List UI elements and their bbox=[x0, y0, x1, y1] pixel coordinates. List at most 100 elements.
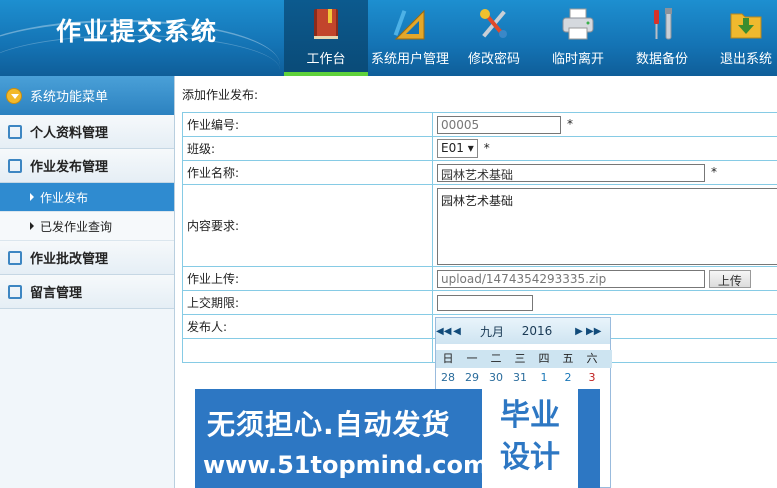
caret-right-icon bbox=[30, 222, 34, 230]
nav-system-users[interactable]: 系统用户管理 bbox=[368, 0, 452, 76]
sidebar-item-label: 作业发布管理 bbox=[30, 160, 109, 175]
month-label[interactable]: 九月 bbox=[472, 323, 512, 340]
nav-label: 数据备份 bbox=[635, 52, 688, 67]
upload-path-input[interactable]: upload/1474354293335.zip bbox=[437, 269, 705, 288]
weekday-label: 二 bbox=[490, 352, 502, 365]
nav-workbench[interactable]: 工作台 bbox=[284, 0, 368, 76]
calendar-day[interactable]: 28 bbox=[436, 368, 460, 388]
calendar-day[interactable]: 2 bbox=[556, 368, 580, 388]
folder-down-icon bbox=[730, 13, 762, 39]
form-row: 上交期限: bbox=[182, 290, 777, 315]
banner-badge: 毕业 设计 bbox=[482, 389, 578, 488]
sidebar-subitem-publish[interactable]: 作业发布 bbox=[0, 183, 174, 212]
code-input[interactable]: 00005 bbox=[437, 115, 561, 134]
date-picker-header: ◀◀ ◀ 九月 2016 ▶ ▶▶ bbox=[436, 318, 610, 344]
year-label[interactable]: 2016 bbox=[514, 324, 560, 338]
calendar-day[interactable]: 31 bbox=[508, 368, 532, 388]
weekday-label: 五 bbox=[562, 352, 574, 365]
sidebar-item-profile[interactable]: 个人资料管理 bbox=[0, 115, 174, 149]
deadline-input[interactable] bbox=[437, 294, 533, 311]
sidebar-item-label: 留言管理 bbox=[30, 286, 83, 301]
sidebar-title-label: 系统功能菜单 bbox=[30, 90, 109, 105]
sidebar-subitem-query[interactable]: 已发作业查询 bbox=[0, 212, 174, 241]
content-textarea[interactable]: 园林艺术基础 bbox=[437, 188, 777, 265]
form-row: 班级: E01 ▾ * bbox=[182, 136, 777, 161]
form-cell: upload/1474354293335.zip 上传 bbox=[432, 266, 777, 291]
calendar-day[interactable]: 3 bbox=[580, 368, 604, 388]
name-input[interactable]: 园林艺术基础 bbox=[437, 163, 705, 182]
top-nav: 工作台 系统用户管理 修改密码 临时离开 数据备份 退出系统 bbox=[284, 0, 777, 76]
banner-url: www.51topmind.com bbox=[203, 451, 488, 479]
weekday-label: 四 bbox=[538, 352, 550, 365]
form-row: 作业编号: 00005 * bbox=[182, 112, 777, 137]
required-mark: * bbox=[567, 117, 573, 131]
edit-icon bbox=[8, 284, 22, 299]
sidebar-subitem-label: 作业发布 bbox=[40, 190, 89, 205]
app-header: 作业提交系统 工作台 系统用户管理 修改密码 临时离开 数据备份 退出系统 bbox=[0, 0, 777, 76]
sidebar-title: 系统功能菜单 bbox=[0, 76, 174, 115]
badge-line: 毕业 bbox=[500, 398, 560, 433]
message-icon bbox=[8, 158, 22, 173]
sidebar-item-label: 作业批改管理 bbox=[30, 252, 109, 267]
next-month-icon[interactable]: ▶ bbox=[572, 326, 586, 337]
badge-line: 设计 bbox=[500, 440, 560, 475]
form-cell: 园林艺术基础 * bbox=[432, 160, 777, 185]
breadcrumb: 添加作业发布: bbox=[182, 88, 259, 102]
weekday-label: 一 bbox=[466, 352, 478, 365]
banner-text: 无须担心.自动发货 bbox=[207, 408, 451, 441]
required-mark: * bbox=[483, 141, 490, 155]
prev-month-icon[interactable]: ◀ bbox=[450, 326, 464, 337]
watermark-banner: 无须担心.自动发货 www.51topmind.com 毕业 设计 bbox=[195, 389, 600, 488]
list-icon bbox=[8, 124, 22, 139]
ruler-triangle-icon bbox=[393, 9, 425, 40]
sidebar-item-publish[interactable]: 作业发布管理 bbox=[0, 149, 174, 183]
screwdriver-wrench-icon bbox=[654, 8, 672, 40]
next-year-icon[interactable]: ▶▶ bbox=[586, 326, 601, 337]
upload-button[interactable]: 上传 bbox=[708, 269, 751, 288]
form-cell: E01 ▾ * bbox=[432, 136, 777, 161]
chevron-down-icon: ▾ bbox=[467, 141, 474, 155]
caret-right-icon bbox=[30, 193, 34, 201]
book-icon bbox=[314, 9, 338, 39]
code-label: 作业编号: bbox=[182, 112, 433, 137]
form-cell bbox=[432, 290, 777, 315]
form-row: 内容要求: 园林艺术基础 bbox=[182, 184, 777, 267]
class-select-value: E01 bbox=[441, 141, 464, 155]
nav-label: 工作台 bbox=[306, 52, 346, 67]
sidebar-item-messages[interactable]: 留言管理 bbox=[0, 275, 174, 309]
weekday-label: 三 bbox=[514, 352, 526, 365]
nav-label: 退出系统 bbox=[719, 52, 772, 67]
sidebar-item-label: 个人资料管理 bbox=[30, 126, 109, 141]
weekday-label: 六 bbox=[586, 352, 598, 365]
content-label: 内容要求: bbox=[182, 184, 433, 267]
nav-temporary-leave[interactable]: 临时离开 bbox=[536, 0, 620, 76]
publisher-label: 发布人: bbox=[182, 314, 433, 339]
sidebar-item-grading[interactable]: 作业批改管理 bbox=[0, 241, 174, 275]
weekday-header: 日 一 二 三 四 五 六 bbox=[436, 350, 612, 368]
sidebar: 系统功能菜单 个人资料管理 作业发布管理 作业发布 已发作业查询 作业批改管理 … bbox=[0, 76, 175, 488]
class-label: 班级: bbox=[182, 136, 433, 161]
nav-data-backup[interactable]: 数据备份 bbox=[620, 0, 704, 76]
class-select[interactable]: E01 ▾ bbox=[437, 139, 478, 158]
calendar-week-row: 28 29 30 31 1 2 3 bbox=[436, 368, 612, 388]
calendar-day[interactable]: 30 bbox=[484, 368, 508, 388]
nav-change-password[interactable]: 修改密码 bbox=[452, 0, 536, 76]
form-cell bbox=[182, 338, 433, 363]
prev-year-icon[interactable]: ◀◀ bbox=[436, 326, 451, 337]
form-cell: 00005 * bbox=[432, 112, 777, 137]
form-cell: 园林艺术基础 bbox=[432, 184, 777, 267]
nav-exit-system[interactable]: 退出系统 bbox=[704, 0, 777, 76]
app-title: 作业提交系统 bbox=[56, 17, 219, 46]
name-label: 作业名称: bbox=[182, 160, 433, 185]
form-row: 作业上传: upload/1474354293335.zip 上传 bbox=[182, 266, 777, 291]
calendar-day[interactable]: 1 bbox=[532, 368, 556, 388]
deadline-label: 上交期限: bbox=[182, 290, 433, 315]
form-row: 作业名称: 园林艺术基础 * bbox=[182, 160, 777, 185]
chevron-down-circle-icon bbox=[6, 87, 22, 104]
nav-label: 修改密码 bbox=[467, 52, 520, 67]
tools-icon bbox=[480, 9, 507, 38]
nav-label: 系统用户管理 bbox=[370, 52, 449, 67]
edit-icon bbox=[8, 250, 22, 265]
calendar-day[interactable]: 29 bbox=[460, 368, 484, 388]
upload-label: 作业上传: bbox=[182, 266, 433, 291]
